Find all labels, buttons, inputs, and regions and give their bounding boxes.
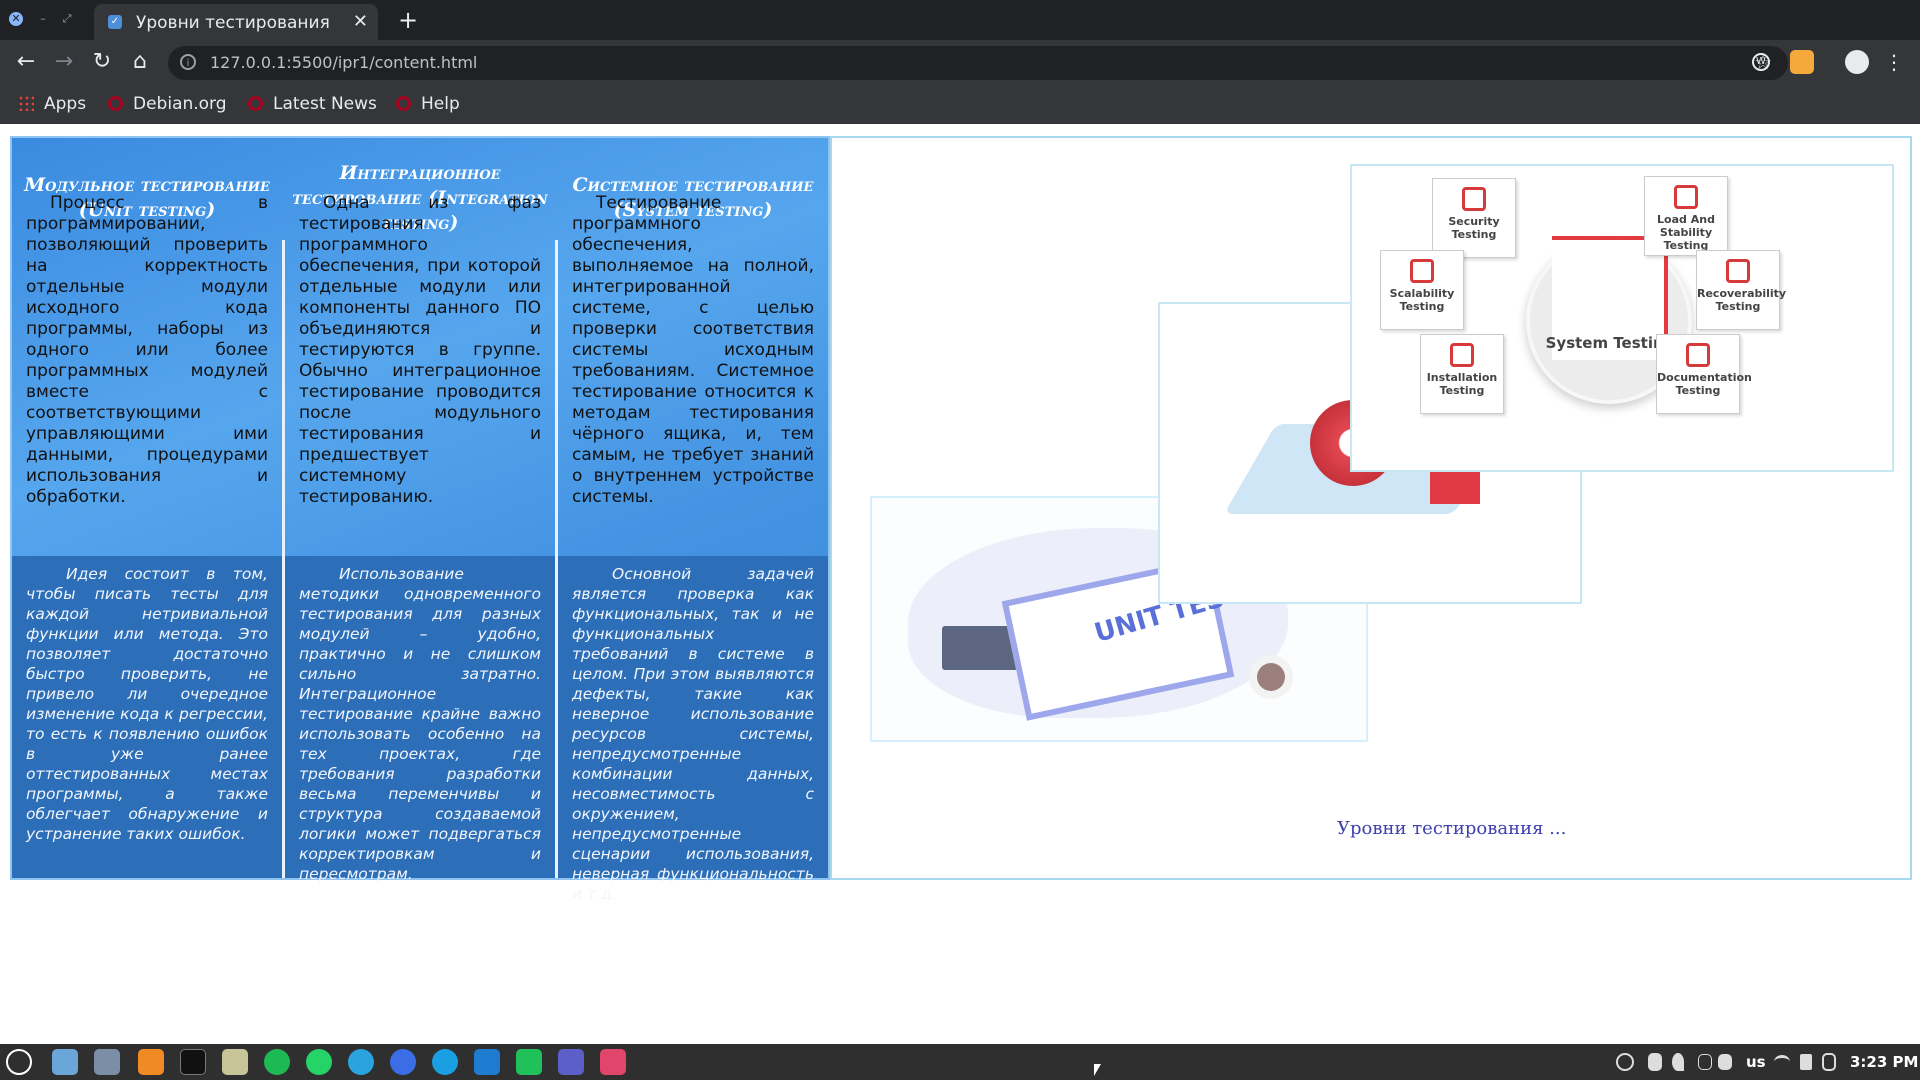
download-icon (1450, 343, 1474, 367)
browser-toolbar: ← → ↻ ⌂ i 127.0.0.1:5500/ipr1/content.ht… (0, 40, 1920, 86)
debian-swirl-icon (396, 96, 411, 111)
music-icon[interactable] (1800, 1054, 1812, 1070)
forward-icon[interactable]: → (50, 49, 78, 74)
box-label: Security Testing (1448, 215, 1500, 241)
apps-grid-icon (18, 95, 34, 111)
bookmark-help[interactable]: Help (396, 94, 460, 114)
column-idea-text: Идея состоит в том, чтобы писать тесты д… (26, 565, 268, 843)
telegram-icon[interactable] (348, 1049, 374, 1075)
pycharm-icon[interactable] (516, 1049, 542, 1075)
workspace-1-icon[interactable] (1718, 1054, 1732, 1070)
table-column-system: Системное тестирование (System testing) … (558, 138, 828, 903)
bookmark-label: Apps (44, 94, 87, 114)
bookmark-label: Help (421, 94, 460, 114)
page-favicon-icon: ✓ (108, 15, 122, 29)
debian-swirl-icon (108, 96, 123, 111)
box-label: Scalability Testing (1389, 287, 1455, 313)
app-icon[interactable] (600, 1049, 626, 1075)
shield-icon (1462, 187, 1486, 211)
app-icon[interactable] (222, 1049, 248, 1075)
recoverability-testing-box: Recoverability Testing (1696, 250, 1787, 330)
teams-icon[interactable] (558, 1049, 584, 1075)
page-content: Модульное тестирование (Unit testing) Пр… (0, 124, 1920, 1044)
minimize-window-icon[interactable]: – (36, 12, 50, 26)
bookmark-debian[interactable]: Debian.org (108, 94, 227, 114)
box-label: Documentation Testing (1657, 371, 1752, 397)
mouse-cursor-icon (1094, 1064, 1101, 1076)
debian-swirl-icon (248, 96, 263, 111)
keyboard-a-icon[interactable] (1698, 1054, 1712, 1070)
files-icon[interactable] (52, 1049, 78, 1075)
column-idea-text: Использование методики одновременного те… (299, 565, 541, 883)
column-description: Одна из фаз тестирования программного об… (299, 192, 541, 507)
spotify-icon[interactable] (264, 1049, 290, 1075)
url-text: 127.0.0.1:5500/ipr1/content.html (210, 53, 478, 72)
installation-testing-box: Installation Testing (1420, 334, 1504, 414)
menu-launcher-icon[interactable] (6, 1049, 32, 1075)
box-label: Installation Testing (1426, 371, 1498, 397)
column-description: Тестирование программного обеспечения, в… (572, 192, 814, 507)
box-label: Load And Stability Testing (1657, 213, 1715, 252)
testing-levels-table: Модульное тестирование (Unit testing) Пр… (10, 136, 830, 903)
close-tab-icon[interactable]: ✕ (353, 11, 368, 32)
firefox-icon[interactable] (138, 1049, 164, 1075)
column-idea-cell: Идея состоит в том, чтобы писать тесты д… (12, 556, 282, 878)
tab-strip: ✕ – ⤢ ✓ Уровни тестирования ✕ + (0, 0, 1920, 40)
box-label: Recoverability Testing (1697, 287, 1787, 313)
battery-icon[interactable] (1822, 1053, 1836, 1071)
record-dot-graphic (1257, 663, 1285, 691)
vscode-icon[interactable] (474, 1049, 500, 1075)
scalability-testing-box: Scalability Testing (1380, 250, 1464, 330)
new-tab-icon[interactable]: + (398, 6, 418, 34)
table-column-integration: Интеграционное тестирование (Integration… (285, 138, 555, 883)
documentation-testing-box: Documentation Testing (1656, 334, 1752, 414)
security-testing-box: Security Testing (1432, 178, 1516, 258)
scale-arrow-icon (1410, 259, 1434, 283)
bookmark-latest-news[interactable]: Latest News (248, 94, 377, 114)
clock[interactable]: 3:23 PM (1850, 1053, 1918, 1071)
extension-cookie-icon[interactable] (1790, 50, 1814, 74)
column-idea-text: Основной задачей является проверка как ф… (572, 565, 814, 903)
column-description: Процесс в программировании, позволяющий … (26, 192, 268, 507)
slideshow-caption: Уровни тестирования ... (1337, 818, 1567, 839)
wifi-icon[interactable] (1774, 1055, 1790, 1069)
bookmark-label: Latest News (273, 94, 377, 114)
bookmarks-bar: Apps Debian.org Latest News Help (0, 86, 1920, 124)
system-testing-illustration: System Testing Security Testing Load And… (1350, 164, 1894, 472)
reload-icon[interactable]: ↻ (88, 49, 116, 74)
os-taskbar: us 3:23 PM (0, 1044, 1920, 1080)
column-idea-cell: Использование методики одновременного те… (285, 556, 555, 883)
gauge-icon (1726, 259, 1750, 283)
menu-kebab-icon[interactable]: ⋮ (1882, 50, 1906, 74)
sync-icon[interactable] (1616, 1053, 1634, 1071)
load-stability-testing-box: Load And Stability Testing (1644, 176, 1728, 256)
whatsapp-icon[interactable] (306, 1049, 332, 1075)
network-icon[interactable] (1648, 1053, 1662, 1071)
bookmark-label: Debian.org (133, 94, 227, 114)
location-icon[interactable] (1672, 1053, 1684, 1071)
restore-window-icon[interactable]: ⤢ (60, 12, 74, 26)
chromium-icon[interactable] (94, 1049, 120, 1075)
skype-icon[interactable] (432, 1049, 458, 1075)
column-idea-cell: Основной задачей является проверка как ф… (558, 556, 828, 903)
site-info-icon[interactable]: i (180, 54, 196, 70)
extension-icon[interactable]: W (1752, 53, 1770, 71)
back-icon[interactable]: ← (12, 49, 40, 74)
balance-icon (1674, 185, 1698, 209)
bookmark-apps[interactable]: Apps (18, 94, 86, 114)
close-window-icon[interactable]: ✕ (9, 12, 23, 26)
keyboard-layout[interactable]: us (1746, 1053, 1766, 1071)
signal-icon[interactable] (390, 1049, 416, 1075)
tab-active[interactable]: ✓ Уровни тестирования ✕ (94, 4, 378, 40)
tab-title: Уровни тестирования (136, 13, 330, 33)
address-bar[interactable]: i 127.0.0.1:5500/ipr1/content.html ☆ (168, 46, 1788, 80)
terminal-icon[interactable] (180, 1049, 206, 1075)
testing-slideshow: UNIT TESTS System Testing Security Testi… (830, 136, 1912, 880)
home-icon[interactable]: ⌂ (126, 49, 154, 74)
profile-avatar-icon[interactable] (1845, 50, 1869, 74)
table-column-unit: Модульное тестирование (Unit testing) Пр… (12, 138, 282, 878)
document-icon (1686, 343, 1710, 367)
